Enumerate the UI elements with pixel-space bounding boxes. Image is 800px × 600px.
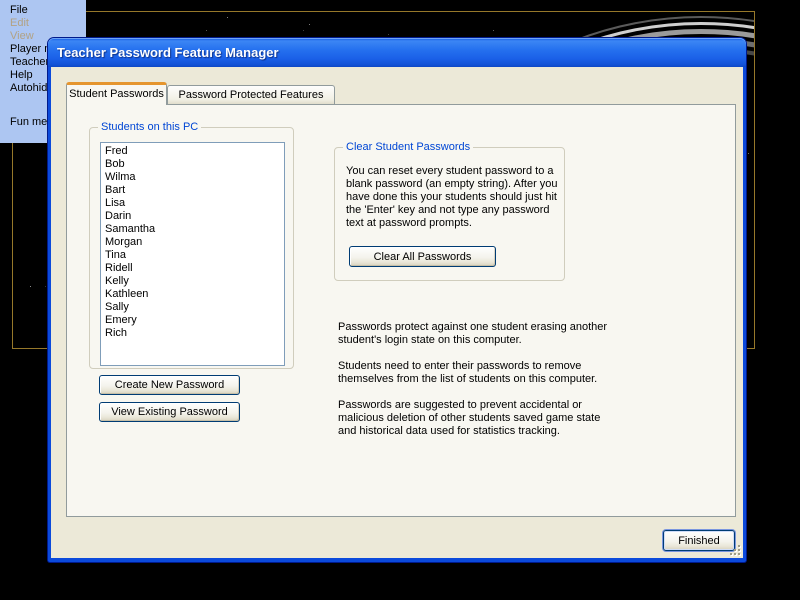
view-existing-password-button[interactable]: View Existing Password [99, 402, 240, 422]
student-list-item[interactable]: Bart [105, 184, 284, 197]
clear-groupbox-label: Clear Student Passwords [343, 141, 474, 154]
menu-item-label: File [10, 4, 28, 16]
dialog-teacher-password-feature-manager: Teacher Password Feature Manager Student… [48, 38, 746, 562]
info-paragraph: Students need to enter their passwords t… [338, 360, 610, 386]
star [309, 24, 310, 25]
student-name: Rich [105, 327, 128, 339]
student-list-item[interactable]: Kathleen [105, 288, 284, 301]
finished-button[interactable]: Finished [663, 530, 735, 551]
dialog-titlebar[interactable]: Teacher Password Feature Manager [48, 38, 746, 67]
menu-item-label: Player m [10, 43, 54, 55]
student-name: Sally [105, 301, 129, 313]
student-name: Emery [105, 314, 137, 326]
student-name: Fred [105, 145, 128, 157]
student-list-item[interactable]: Sally [105, 301, 284, 314]
student-list-item[interactable]: Tina [105, 249, 284, 262]
password-info-text: Passwords protect against one student er… [338, 321, 610, 451]
star [227, 17, 228, 18]
students-groupbox: Students on this PC Fred Bob Wilma Bart … [89, 121, 294, 369]
student-list-item[interactable]: Wilma [105, 171, 284, 184]
info-paragraph: Passwords protect against one student er… [338, 321, 610, 347]
student-name: Wilma [105, 171, 136, 183]
student-name: Samantha [105, 223, 156, 235]
star [748, 153, 749, 154]
student-list-item[interactable]: Rich [105, 327, 284, 340]
screen: File Edit View Player m Teacher Help Aut… [0, 0, 800, 600]
student-list-item[interactable]: Ridell [105, 262, 284, 275]
student-name: Morgan [105, 236, 143, 248]
menu-item-label: Fun men [10, 116, 54, 128]
tab-page-student-passwords: Students on this PC Fred Bob Wilma Bart … [66, 104, 736, 517]
student-list-item[interactable]: Emery [105, 314, 284, 327]
clear-passwords-description: You can reset every student password to … [346, 165, 558, 229]
student-list-item[interactable]: Bob [105, 158, 284, 171]
student-list-item[interactable]: Darin [105, 210, 284, 223]
star [45, 286, 46, 287]
info-paragraph-text: Passwords are suggested to prevent accid… [338, 399, 601, 437]
student-name: Kathleen [105, 288, 149, 300]
student-name: Kelly [105, 275, 129, 287]
star [493, 30, 494, 31]
student-list-item[interactable]: Lisa [105, 197, 284, 210]
star [303, 30, 304, 31]
student-list-item[interactable]: Fred [105, 145, 284, 158]
dialog-client-area: Student Passwords Password Protected Fea… [51, 67, 743, 558]
info-paragraph-text: Students need to enter their passwords t… [338, 360, 598, 385]
student-name: Bart [105, 184, 126, 196]
student-list-item[interactable]: Kelly [105, 275, 284, 288]
student-name: Ridell [105, 262, 133, 274]
menu-item-label: View [10, 30, 34, 42]
clear-all-passwords-button[interactable]: Clear All Passwords [349, 246, 496, 267]
tab-password-protected-features[interactable]: Password Protected Features [167, 85, 335, 105]
student-name: Lisa [105, 197, 126, 209]
menu-item[interactable]: File [0, 4, 86, 17]
student-list-item[interactable]: Samantha [105, 223, 284, 236]
student-list-item[interactable]: Morgan [105, 236, 284, 249]
dialog-title: Teacher Password Feature Manager [57, 45, 279, 60]
students-listbox[interactable]: Fred Bob Wilma Bart Lisa Darin Samantha … [100, 142, 285, 366]
menu-item[interactable]: Edit [0, 17, 86, 30]
tab-student-passwords[interactable]: Student Passwords [66, 82, 167, 105]
clear-passwords-groupbox: Clear Student Passwords You can reset ev… [334, 141, 565, 281]
create-new-password-button[interactable]: Create New Password [99, 375, 240, 395]
resize-grip[interactable] [728, 543, 742, 557]
star [30, 286, 31, 287]
student-name: Darin [105, 210, 132, 222]
star [388, 34, 389, 35]
menu-item-label: Edit [10, 17, 29, 29]
student-name: Tina [105, 249, 126, 261]
menu-item-label: Teacher [10, 56, 50, 68]
menu-item-label: Autohid [10, 82, 48, 94]
info-paragraph: Passwords are suggested to prevent accid… [338, 399, 610, 438]
info-paragraph-text: Passwords protect against one student er… [338, 321, 608, 346]
students-groupbox-label: Students on this PC [98, 121, 202, 134]
student-name: Bob [105, 158, 125, 170]
star [206, 30, 207, 31]
menu-item-label: Help [10, 69, 33, 81]
